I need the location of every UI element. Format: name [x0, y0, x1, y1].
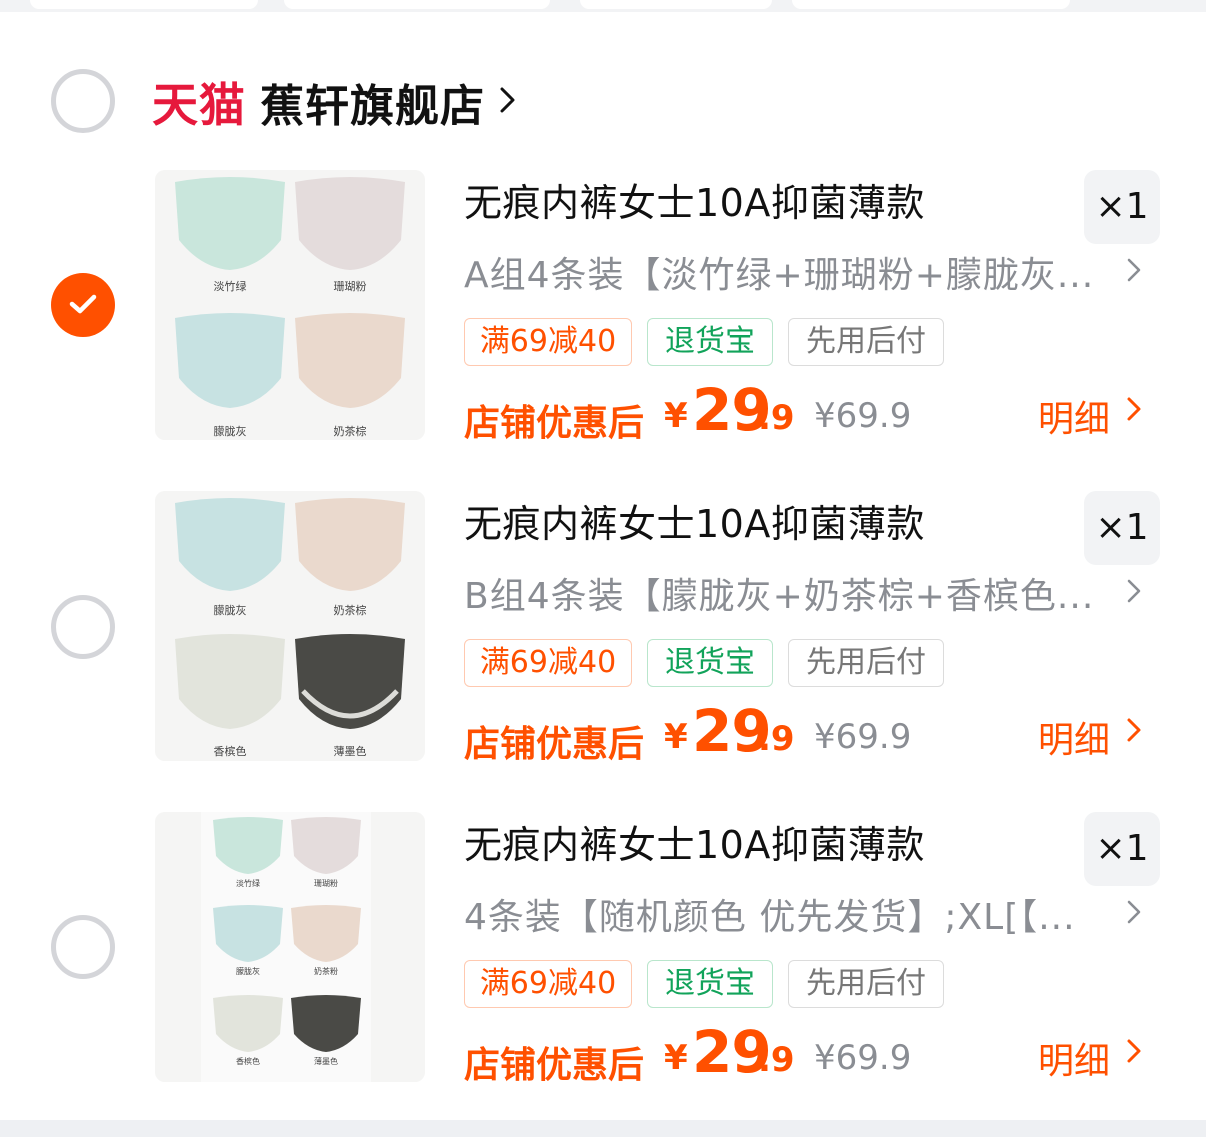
product-title[interactable]: 无痕内裤女士10A抑菌薄款 [464, 493, 925, 548]
price-label: 店铺优惠后 [464, 1045, 645, 1086]
pay-later-tag: 先用后付 [788, 639, 944, 687]
discount-tag: 满69减40 [464, 318, 632, 366]
thumb-caption: 奶茶棕 [333, 604, 367, 617]
thumb-caption: 淡竹绿 [213, 280, 247, 293]
return-insurance-tag: 退货宝 [647, 318, 773, 366]
chevron-right-icon[interactable] [1126, 898, 1142, 930]
sku-selector[interactable]: 4条装【随机颜色 优先发货】;XL[【... [464, 888, 1104, 940]
tmall-logo: 天猫 [152, 78, 246, 132]
product-thumbnail[interactable]: 朦胧灰 奶茶棕 香槟色 薄墨色 [155, 491, 425, 761]
chevron-right-icon[interactable] [1126, 577, 1142, 609]
thumb-caption: 朦胧灰 [213, 425, 247, 438]
previous-card-edge [0, 0, 1206, 12]
quantity-button[interactable]: ×1 [1084, 812, 1160, 886]
price-decimal: .9 [758, 719, 795, 759]
discount-tag: 满69减40 [464, 639, 632, 687]
thumb-caption: 淡竹绿 [236, 879, 260, 888]
thumb-caption: 朦胧灰 [213, 604, 247, 617]
price-decimal: .9 [758, 1040, 795, 1080]
cart-item: 淡竹绿 珊瑚粉 朦胧灰 奶茶棕 无痕内裤女士10A抑菌薄款 ×1 A组4条装【淡… [0, 170, 1206, 450]
next-card-edge [0, 1120, 1206, 1137]
chevron-right-icon[interactable] [1126, 715, 1144, 749]
cart-item: 淡竹绿 珊瑚粉 朦胧灰 奶茶粉 香槟色 薄墨色 无痕内裤女士10A抑菌薄款 ×1… [0, 812, 1206, 1092]
quantity-button[interactable]: ×1 [1084, 491, 1160, 565]
discount-tag: 满69减40 [464, 960, 632, 1008]
price-detail-link[interactable]: 明细 [1038, 1032, 1110, 1084]
currency-symbol: ¥ [664, 1038, 688, 1078]
thumb-caption: 香槟色 [236, 1057, 260, 1066]
thumb-caption: 奶茶粉 [314, 967, 338, 976]
price-label: 店铺优惠后 [464, 724, 645, 765]
price-detail-link[interactable]: 明细 [1038, 711, 1110, 763]
product-thumbnail[interactable]: 淡竹绿 珊瑚粉 朦胧灰 奶茶粉 香槟色 薄墨色 [155, 812, 425, 1082]
thumb-caption: 奶茶棕 [333, 425, 367, 438]
product-title[interactable]: 无痕内裤女士10A抑菌薄款 [464, 172, 925, 227]
original-price: ¥69.9 [814, 1038, 912, 1078]
sku-selector[interactable]: A组4条装【淡竹绿+珊瑚粉+朦胧灰... [464, 246, 1104, 298]
price-detail-link[interactable]: 明细 [1038, 390, 1110, 442]
thumb-caption: 珊瑚粉 [314, 879, 338, 888]
chevron-right-icon[interactable] [1126, 394, 1144, 428]
product-thumbnail[interactable]: 淡竹绿 珊瑚粉 朦胧灰 奶茶棕 [155, 170, 425, 440]
product-title[interactable]: 无痕内裤女士10A抑菌薄款 [464, 814, 925, 869]
pay-later-tag: 先用后付 [788, 318, 944, 366]
chevron-right-icon[interactable] [1126, 1036, 1144, 1070]
thumb-caption: 薄墨色 [314, 1057, 338, 1066]
thumb-caption: 薄墨色 [333, 745, 367, 758]
cart-item: 朦胧灰 奶茶棕 香槟色 薄墨色 无痕内裤女士10A抑菌薄款 ×1 B组4条装【朦… [0, 491, 1206, 771]
cart-page: 天猫 蕉轩旗舰店 淡竹绿 珊瑚粉 朦胧灰 奶茶棕 无痕内裤女士10A抑菌薄款 ×… [0, 0, 1206, 1137]
chevron-right-icon [499, 85, 517, 119]
thumb-caption: 香槟色 [213, 745, 247, 758]
pay-later-tag: 先用后付 [788, 960, 944, 1008]
chevron-right-icon[interactable] [1126, 256, 1142, 288]
store-select-radio-icon[interactable] [51, 69, 115, 133]
return-insurance-tag: 退货宝 [647, 639, 773, 687]
price-decimal: .9 [758, 398, 795, 438]
return-insurance-tag: 退货宝 [647, 960, 773, 1008]
store-name[interactable]: 蕉轩旗舰店 [260, 70, 485, 134]
currency-symbol: ¥ [664, 396, 688, 436]
original-price: ¥69.9 [814, 717, 912, 757]
sku-selector[interactable]: B组4条装【朦胧灰+奶茶棕+香槟色... [464, 567, 1104, 619]
store-header[interactable]: 天猫 蕉轩旗舰店 [152, 74, 517, 132]
original-price: ¥69.9 [814, 396, 912, 436]
currency-symbol: ¥ [664, 717, 688, 757]
price-label: 店铺优惠后 [464, 403, 645, 444]
thumb-caption: 珊瑚粉 [333, 280, 367, 293]
quantity-button[interactable]: ×1 [1084, 170, 1160, 244]
thumb-caption: 朦胧灰 [236, 967, 260, 976]
